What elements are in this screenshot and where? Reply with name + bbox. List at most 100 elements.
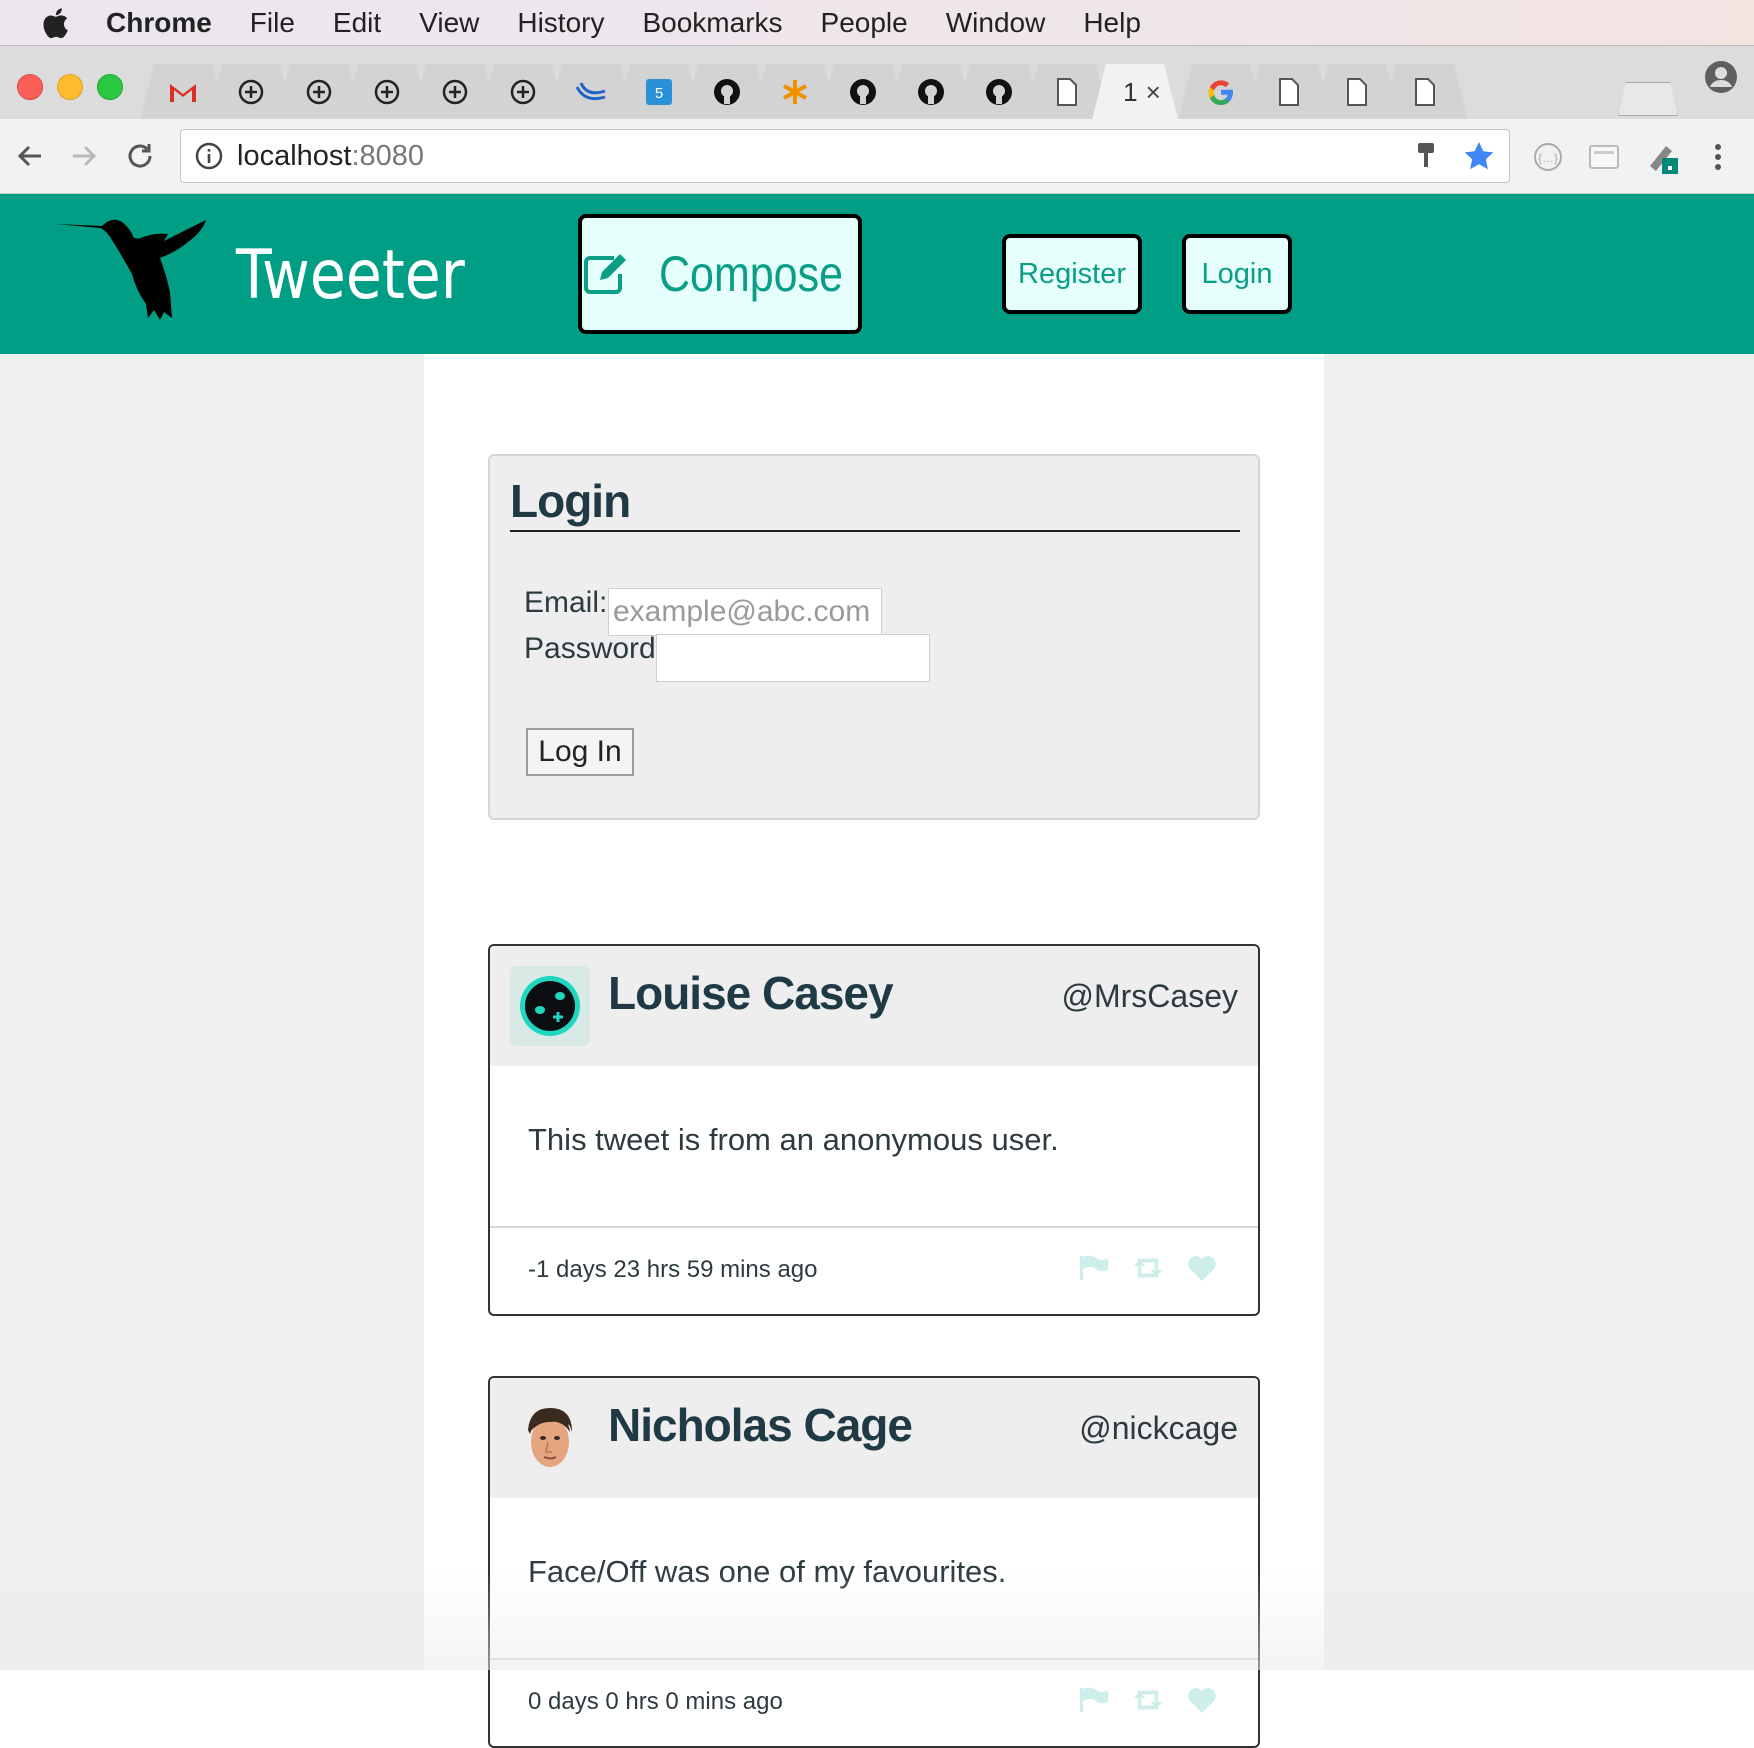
menu-history[interactable]: History — [517, 7, 604, 39]
brand-title[interactable]: Tweeter — [236, 236, 465, 315]
window-close-button[interactable] — [17, 74, 43, 100]
retweet-icon[interactable] — [1132, 1254, 1164, 1286]
key-icon[interactable] — [1415, 141, 1437, 171]
address-bar[interactable]: localhost:8080 — [180, 129, 1510, 183]
tweet-author-handle: @nickcage — [1079, 1410, 1238, 1446]
tweet-timestamp: 0 days 0 hrs 0 mins ago — [528, 1688, 783, 1715]
github-icon — [850, 79, 876, 105]
menu-help[interactable]: Help — [1083, 7, 1141, 39]
github-icon — [714, 79, 740, 105]
flag-icon[interactable] — [1078, 1686, 1110, 1718]
login-form-title: Login — [510, 474, 1240, 532]
tweet-header: Louise Casey @MrsCasey — [490, 946, 1258, 1066]
tweet-text: Face/Off was one of my favourites. — [528, 1554, 1007, 1589]
url-host: localhost — [237, 139, 352, 172]
tweet-header: Nicholas Cage @nickcage — [490, 1378, 1258, 1498]
menu-file[interactable]: File — [250, 7, 295, 39]
tab-strip: 5 1 × — [140, 58, 1700, 120]
compose-edit-icon — [584, 254, 626, 294]
main-content: Login Email: Password: Log In Louise Cas… — [424, 354, 1324, 1748]
reload-button[interactable] — [122, 138, 158, 174]
log-in-button[interactable]: Log In — [526, 728, 634, 776]
circle-plus-icon — [510, 79, 536, 105]
document-icon — [1279, 78, 1299, 106]
circle-plus-icon — [374, 79, 400, 105]
arrow-left-icon — [17, 145, 41, 167]
circle-plus-icon — [238, 79, 264, 105]
apple-icon[interactable] — [40, 6, 70, 40]
login-form: Login Email: Password: Log In — [488, 454, 1260, 820]
tweet-author-handle: @MrsCasey — [1061, 978, 1239, 1014]
tweet-card: Louise Casey @MrsCasey This tweet is fro… — [488, 944, 1260, 1316]
circle-plus-icon — [442, 79, 468, 105]
window-maximize-button[interactable] — [97, 74, 123, 100]
login-nav-button[interactable]: Login — [1182, 234, 1292, 314]
gmail-icon — [170, 84, 196, 102]
star-icon[interactable] — [1463, 140, 1495, 172]
browser-toolbar: localhost:8080 {…} — [0, 119, 1754, 194]
register-button[interactable]: Register — [1002, 234, 1142, 314]
tweet-text: This tweet is from an anonymous user. — [528, 1122, 1059, 1157]
tab-18[interactable] — [1382, 64, 1468, 120]
tweet-author-name: Nicholas Cage — [608, 1399, 913, 1451]
menu-people[interactable]: People — [821, 7, 908, 39]
flag-icon[interactable] — [1078, 1254, 1110, 1286]
svg-text:{…}: {…} — [1538, 151, 1558, 165]
window-minimize-button[interactable] — [57, 74, 83, 100]
tweet-timestamp: -1 days 23 hrs 59 mins ago — [528, 1256, 818, 1283]
avatar[interactable] — [510, 966, 590, 1046]
profile-icon[interactable] — [1704, 60, 1738, 94]
forward-button[interactable] — [66, 138, 102, 174]
menu-edit[interactable]: Edit — [333, 7, 381, 39]
tab-active[interactable]: 1 × — [1092, 64, 1178, 120]
google-icon — [1208, 80, 1233, 105]
tweet-card: Nicholas Cage @nickcage Face/Off was one… — [488, 1376, 1260, 1748]
extension-json-icon[interactable]: {…} — [1528, 137, 1568, 177]
email-label: Email: — [524, 586, 608, 619]
tab-close-icon[interactable]: × — [1146, 77, 1161, 108]
svg-text:5: 5 — [655, 85, 663, 102]
new-tab-button[interactable] — [1618, 82, 1678, 116]
reload-icon — [128, 144, 152, 168]
tweet-footer: 0 days 0 hrs 0 mins ago — [490, 1658, 1258, 1746]
document-icon — [1347, 78, 1367, 106]
html5-icon: 5 — [646, 79, 672, 105]
email-field[interactable] — [608, 588, 882, 636]
menu-bookmarks[interactable]: Bookmarks — [642, 7, 782, 39]
extension-card-icon[interactable] — [1584, 137, 1624, 177]
menu-window[interactable]: Window — [946, 7, 1046, 39]
hummingbird-logo-icon[interactable] — [56, 212, 218, 324]
heart-icon[interactable] — [1186, 1686, 1218, 1718]
chrome-menu-icon[interactable] — [1698, 137, 1738, 177]
github-icon — [918, 79, 944, 105]
github-icon — [986, 79, 1012, 105]
page-viewport: Tweeter Compose Register Login Login Ema… — [0, 194, 1754, 1748]
menu-view[interactable]: View — [419, 7, 479, 39]
asterisk-icon — [783, 80, 807, 104]
arrow-right-icon — [73, 145, 97, 167]
document-icon — [1415, 78, 1435, 106]
active-tab-label: 1 — [1123, 76, 1138, 107]
browser-tab-bar: 5 1 × — [0, 45, 1754, 120]
avatar[interactable] — [510, 1398, 590, 1478]
tweet-actions — [1078, 1254, 1218, 1286]
extension-eyedropper-icon[interactable] — [1642, 137, 1682, 177]
password-label: Password: — [524, 632, 665, 665]
tweet-actions — [1078, 1686, 1218, 1718]
heart-icon[interactable] — [1186, 1254, 1218, 1286]
wave-icon — [575, 82, 606, 101]
tweet-footer: -1 days 23 hrs 59 mins ago — [490, 1226, 1258, 1314]
tweet-author-name: Louise Casey — [608, 967, 894, 1019]
retweet-icon[interactable] — [1132, 1686, 1164, 1718]
circle-plus-icon — [306, 79, 332, 105]
macos-menu-bar: Chrome File Edit View History Bookmarks … — [0, 0, 1754, 45]
compose-label: Compose — [658, 246, 844, 302]
menu-chrome[interactable]: Chrome — [106, 7, 212, 39]
password-field[interactable] — [656, 634, 930, 682]
url-port: :8080 — [351, 139, 425, 172]
back-button[interactable] — [12, 138, 48, 174]
compose-button[interactable]: Compose — [578, 214, 862, 334]
app-header: Tweeter Compose Register Login — [0, 194, 1754, 354]
document-icon — [1057, 78, 1077, 106]
info-icon[interactable] — [195, 142, 223, 170]
